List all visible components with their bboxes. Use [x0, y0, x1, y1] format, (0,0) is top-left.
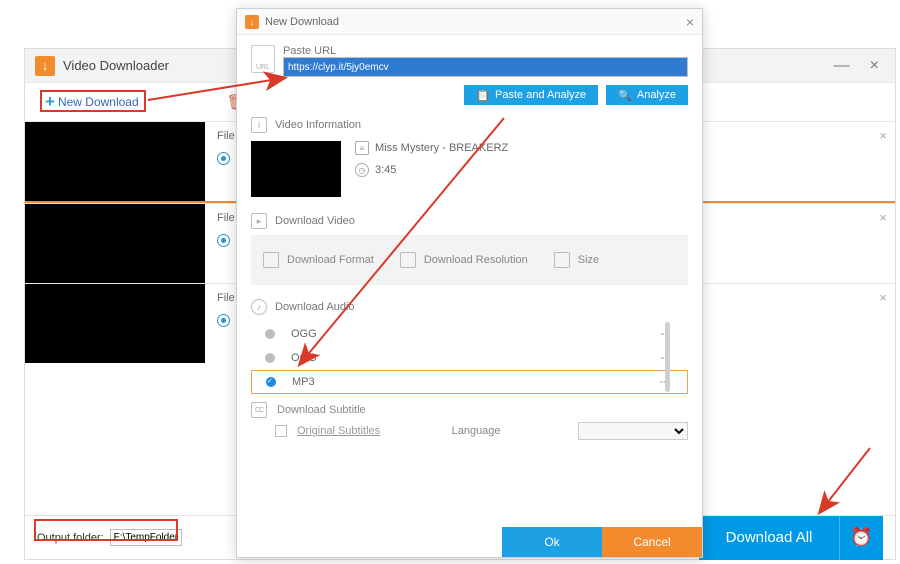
- video-info: ≡ Miss Mystery - BREAKERZ ◷ 3:45: [251, 141, 688, 197]
- minimize-button[interactable]: —: [834, 57, 850, 75]
- video-info-label: Video Information: [275, 119, 361, 131]
- thumbnail: [25, 122, 205, 201]
- ok-button[interactable]: Ok: [502, 527, 602, 557]
- cancel-button[interactable]: Cancel: [602, 527, 702, 557]
- output-folder-input[interactable]: [110, 529, 182, 546]
- new-download-label: New Download: [58, 95, 139, 109]
- download-video-label: Download Video: [275, 215, 355, 227]
- dialog-footer: Ok Cancel: [237, 527, 702, 557]
- video-title: Miss Mystery - BREAKERZ: [375, 142, 508, 154]
- dialog-close-button[interactable]: ×: [686, 14, 694, 30]
- format-icon: [263, 252, 279, 268]
- dialog-icon: ↓: [245, 15, 259, 29]
- paste-url-label: Paste URL: [283, 45, 688, 57]
- download-subtitle-label: Download Subtitle: [277, 404, 366, 416]
- video-duration: 3:45: [375, 164, 396, 176]
- language-select[interactable]: [578, 422, 688, 440]
- audio-icon: [217, 234, 230, 247]
- radio-icon: [265, 329, 275, 339]
- scrollbar[interactable]: [665, 322, 670, 392]
- app-title: Video Downloader: [63, 58, 169, 73]
- audio-section-icon: ♪: [251, 299, 267, 315]
- original-subtitles-checkbox[interactable]: [275, 425, 287, 437]
- clock-icon: ◷: [355, 163, 369, 177]
- schedule-button[interactable]: ⏰: [839, 516, 883, 560]
- download-audio-label: Download Audio: [275, 301, 355, 313]
- video-thumbnail: [251, 141, 341, 197]
- language-label: Language: [452, 425, 501, 437]
- size-icon: [554, 252, 570, 268]
- audio-options: OGG -- OGG -- MP3 --: [251, 321, 688, 394]
- thumbnail: [25, 284, 205, 363]
- info-icon: i: [251, 117, 267, 133]
- analyze-button[interactable]: 🔍 Analyze: [606, 85, 688, 105]
- audio-option[interactable]: OGG --: [251, 322, 688, 346]
- paste-analyze-button[interactable]: 📋 Paste and Analyze: [464, 85, 598, 105]
- video-icon: ▸: [251, 213, 267, 229]
- title-icon: ≡: [355, 141, 369, 155]
- paste-icon: 📋: [476, 89, 490, 102]
- search-icon: 🔍: [618, 89, 632, 102]
- remove-icon[interactable]: ×: [879, 210, 887, 225]
- radio-selected-icon: [266, 377, 276, 387]
- download-all-button[interactable]: Download All: [699, 516, 839, 560]
- resolution-icon: [400, 252, 416, 268]
- app-icon: ↓: [35, 56, 55, 76]
- close-button[interactable]: ×: [870, 57, 879, 75]
- video-options-header: Download Format Download Resolution Size: [251, 235, 688, 285]
- audio-option[interactable]: OGG --: [251, 346, 688, 370]
- plus-icon: +: [45, 92, 55, 112]
- radio-icon: [265, 353, 275, 363]
- dialog-titlebar: ↓ New Download ×: [237, 9, 702, 35]
- remove-icon[interactable]: ×: [879, 290, 887, 305]
- remove-icon[interactable]: ×: [879, 128, 887, 143]
- audio-icon: [217, 314, 230, 327]
- url-input[interactable]: [283, 57, 688, 77]
- output-folder-label: Output folder:: [37, 532, 104, 544]
- original-subtitles-label: Original Subtitles: [297, 425, 380, 437]
- url-icon: URL: [251, 45, 275, 73]
- dialog-title: New Download: [265, 16, 339, 28]
- cc-icon: CC: [251, 402, 267, 418]
- new-download-dialog: ↓ New Download × URL Paste URL 📋 Paste a…: [236, 8, 703, 558]
- thumbnail: [25, 204, 205, 283]
- audio-option-selected[interactable]: MP3 --: [251, 370, 688, 394]
- audio-icon: [217, 152, 230, 165]
- new-download-button[interactable]: + New Download: [37, 90, 147, 114]
